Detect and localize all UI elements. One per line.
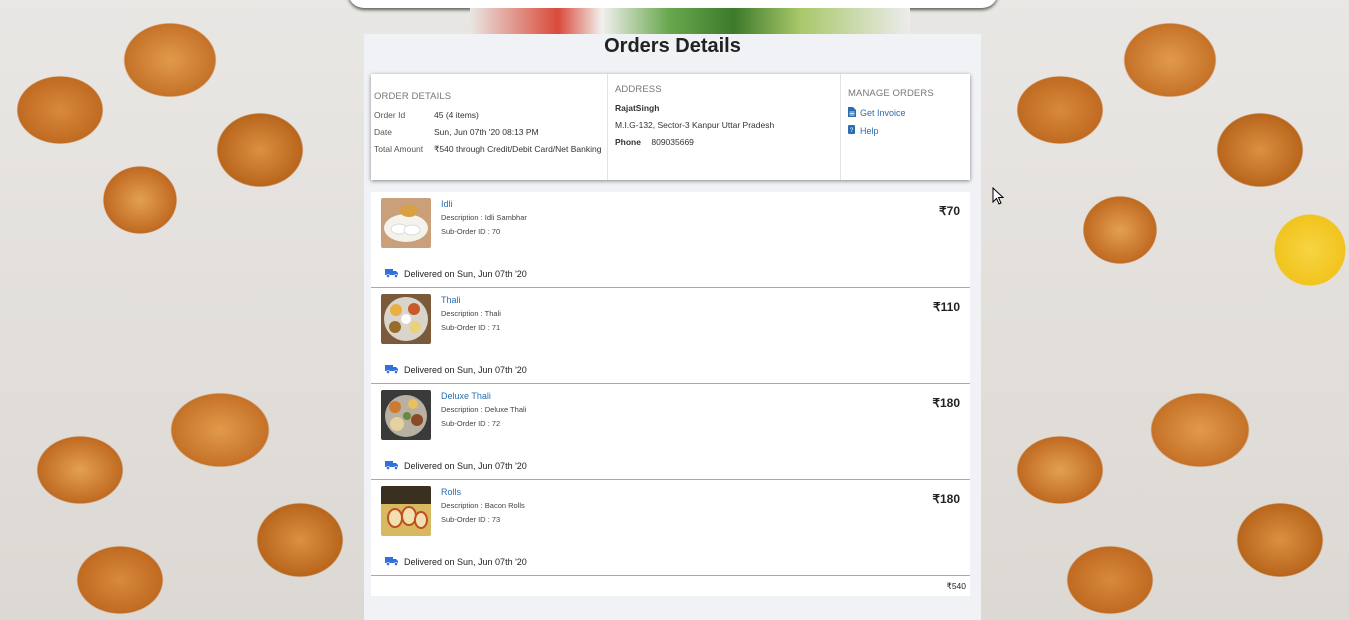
address-phone-row: Phone 809035669 xyxy=(615,137,837,147)
item-sub-order-id: Sub-Order ID : 72 xyxy=(441,419,501,428)
order-total-value: ₹540 through Credit/Debit Card/Net Banki… xyxy=(434,144,602,154)
page-title: Orders Details xyxy=(604,35,741,57)
truck-icon xyxy=(385,364,404,376)
order-total-footer: ₹540 xyxy=(371,576,970,596)
item-price: ₹110 xyxy=(933,300,960,314)
truck-icon xyxy=(385,460,404,472)
truck-icon xyxy=(385,556,404,568)
item-name-link[interactable]: Rolls xyxy=(441,487,461,497)
order-date-value: Sun, Jun 07th '20 08:13 PM xyxy=(434,127,539,137)
order-info-card: ORDER DETAILS Order Id 45 (4 items) Date… xyxy=(371,74,970,180)
document-icon xyxy=(848,107,860,119)
item-description: Description : Bacon Rolls xyxy=(441,501,525,510)
background-salad-image xyxy=(470,8,910,34)
phone-value: 809035669 xyxy=(651,137,694,147)
item-price: ₹180 xyxy=(932,396,960,410)
item-delivery-status: Delivered on Sun, Jun 07th '20 xyxy=(385,268,527,280)
order-items-list: Idli Description : Idli Sambhar Sub-Orde… xyxy=(371,192,970,596)
item-price: ₹70 xyxy=(939,204,960,218)
item-delivery-status: Delivered on Sun, Jun 07th '20 xyxy=(385,460,527,472)
order-total-row: Total Amount ₹540 through Credit/Debit C… xyxy=(374,144,604,155)
item-sub-order-id: Sub-Order ID : 70 xyxy=(441,227,501,236)
item-delivery-status: Delivered on Sun, Jun 07th '20 xyxy=(385,556,527,568)
item-description: Description : Thali xyxy=(441,309,501,318)
order-date-row: Date Sun, Jun 07th '20 08:13 PM xyxy=(374,127,604,137)
delivery-status-text: Delivered on Sun, Jun 07th '20 xyxy=(404,461,527,471)
order-item: Thali Description : Thali Sub-Order ID :… xyxy=(371,288,970,384)
item-sub-order-id: Sub-Order ID : 73 xyxy=(441,515,501,524)
item-description: Description : Deluxe Thali xyxy=(441,405,527,414)
orders-panel: Orders Details ORDER DETAILS Order Id 45… xyxy=(364,34,981,620)
order-details-section: ORDER DETAILS Order Id 45 (4 items) Date… xyxy=(371,74,608,180)
item-price: ₹180 xyxy=(932,492,960,506)
order-id-value: 45 (4 items) xyxy=(434,110,479,120)
order-details-heading: ORDER DETAILS xyxy=(374,91,452,102)
help-link[interactable]: ? Help xyxy=(848,125,967,136)
truck-icon xyxy=(385,268,404,280)
get-invoice-link[interactable]: Get Invoice xyxy=(848,107,967,119)
item-name-link[interactable]: Idli xyxy=(441,199,453,209)
item-description: Description : Idli Sambhar xyxy=(441,213,527,222)
mouse-cursor-icon xyxy=(992,186,1005,210)
phone-label: Phone xyxy=(615,137,641,147)
get-invoice-label: Get Invoice xyxy=(860,108,906,118)
order-total-label: Total Amount xyxy=(374,144,424,154)
delivery-status-text: Delivered on Sun, Jun 07th '20 xyxy=(404,269,527,279)
header-bar xyxy=(348,0,998,8)
order-date-label: Date xyxy=(374,127,392,137)
delivery-status-text: Delivered on Sun, Jun 07th '20 xyxy=(404,557,527,567)
order-id-label: Order Id xyxy=(374,110,406,120)
address-name: RajatSingh xyxy=(615,103,660,113)
order-id-row: Order Id 45 (4 items) xyxy=(374,110,604,120)
order-total-amount: ₹540 xyxy=(946,581,966,591)
item-name-link[interactable]: Thali xyxy=(441,295,461,305)
order-item: Rolls Description : Bacon Rolls Sub-Orde… xyxy=(371,480,970,576)
delivery-status-text: Delivered on Sun, Jun 07th '20 xyxy=(404,365,527,375)
item-thumbnail-deluxe-thali xyxy=(381,390,431,440)
item-delivery-status: Delivered on Sun, Jun 07th '20 xyxy=(385,364,527,376)
address-line: M.I.G-132, Sector-3 Kanpur Uttar Pradesh xyxy=(615,120,775,130)
item-thumbnail-thali xyxy=(381,294,431,344)
order-item: Idli Description : Idli Sambhar Sub-Orde… xyxy=(371,192,970,288)
help-label: Help xyxy=(860,125,879,136)
address-heading: ADDRESS xyxy=(615,84,662,95)
manage-orders-section: MANAGE ORDERS Get Invoice ? Help xyxy=(841,74,970,180)
help-book-icon: ? xyxy=(848,125,860,136)
item-thumbnail-rolls xyxy=(381,486,431,536)
item-thumbnail-idli xyxy=(381,198,431,248)
order-item: Deluxe Thali Description : Deluxe Thali … xyxy=(371,384,970,480)
item-sub-order-id: Sub-Order ID : 71 xyxy=(441,323,501,332)
manage-orders-heading: MANAGE ORDERS xyxy=(848,88,934,99)
item-name-link[interactable]: Deluxe Thali xyxy=(441,391,491,401)
address-section: ADDRESS RajatSingh M.I.G-132, Sector-3 K… xyxy=(608,74,841,180)
